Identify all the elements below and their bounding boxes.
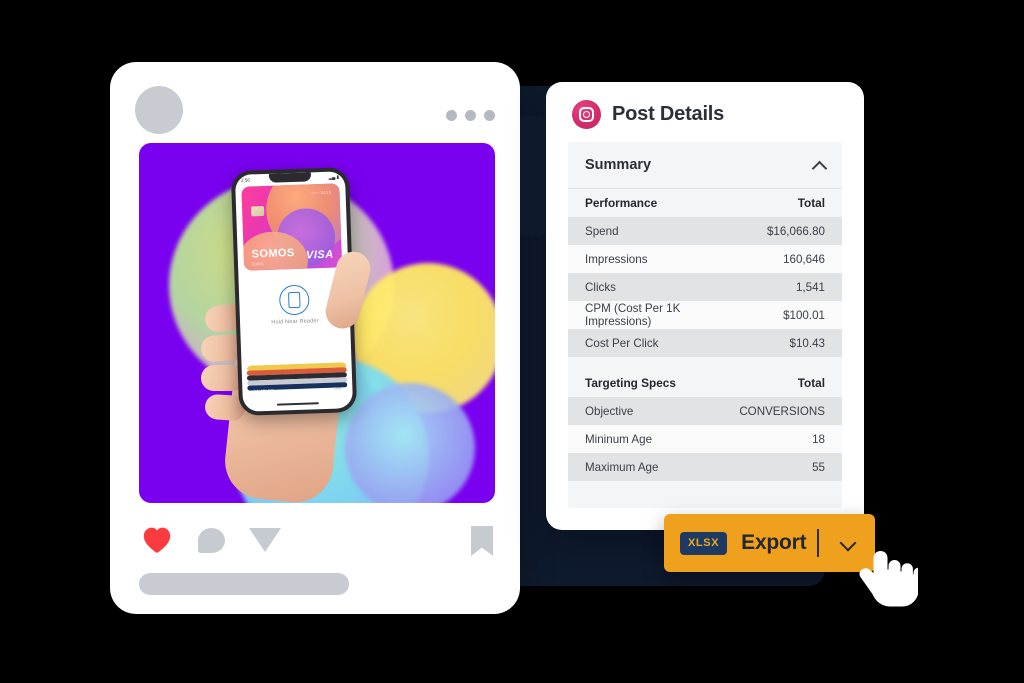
metric-value: $10.43: [705, 329, 842, 357]
table-row: Objective CONVERSIONS: [568, 397, 842, 425]
metric-value: CONVERSIONS: [705, 397, 842, 425]
status-icons: ▂▄ ▮: [328, 174, 340, 180]
instagram-icon: [572, 99, 601, 129]
divider: [817, 529, 819, 557]
post-action-bar: [139, 522, 495, 562]
column-header-metric: Targeting Specs: [568, 369, 705, 397]
card-type: Debit: [251, 261, 265, 267]
post-details-header: Post Details: [546, 82, 864, 146]
targeting-specs-table: Targeting Specs Total Objective CONVERSI…: [568, 369, 842, 481]
metric-value: 55: [705, 453, 842, 481]
contactless-icon: [278, 284, 310, 316]
post-media: 2:56 ▂▄ ▮ •••• 2420 SOMOS Debit VISA Hol…: [139, 143, 495, 503]
visa-logo: VISA: [305, 248, 334, 262]
metric-label: Impressions: [568, 245, 705, 273]
card-number: •••• 2420: [311, 189, 332, 196]
metric-value: $16,066.80: [705, 217, 842, 245]
metric-label: Objective: [568, 397, 705, 425]
summary-section: Summary Performance Total Spend $16,066.…: [568, 142, 842, 508]
summary-label: Summary: [585, 157, 652, 173]
metric-label: CPM (Cost Per 1K Impressions): [568, 301, 705, 329]
table-row: Clicks 1,541: [568, 273, 842, 301]
table-row: Spend $16,066.80: [568, 217, 842, 245]
post-card-header: [110, 62, 520, 146]
bookmark-icon[interactable]: [471, 526, 493, 556]
card-brand: SOMOS: [251, 246, 295, 261]
wallet-card-label-secondary: Bank: [333, 386, 342, 391]
column-header-total: Total: [705, 369, 842, 397]
wallet-card-stack: AA MILES Bank: [246, 362, 348, 395]
column-header-metric: Performance: [568, 189, 705, 217]
post-details-card: Post Details Summary Performance Total S…: [546, 82, 864, 530]
metric-value: 160,646: [705, 245, 842, 273]
metric-value: 1,541: [705, 273, 842, 301]
comment-bubble-icon[interactable]: [198, 528, 225, 553]
instagram-post-card: 2:56 ▂▄ ▮ •••• 2420 SOMOS Debit VISA Hol…: [110, 62, 520, 614]
table-header-row: Targeting Specs Total: [568, 369, 842, 397]
table-row: Impressions 160,646: [568, 245, 842, 273]
phone-mockup: 2:56 ▂▄ ▮ •••• 2420 SOMOS Debit VISA Hol…: [230, 167, 374, 416]
metric-label: Spend: [568, 217, 705, 245]
metric-label: Cost Per Click: [568, 329, 705, 357]
avatar: [135, 86, 183, 134]
dot: [446, 110, 457, 121]
screenshot-stage: 2:56 ▂▄ ▮ •••• 2420 SOMOS Debit VISA Hol…: [0, 0, 1024, 683]
decorative-blob-blue: [345, 383, 475, 503]
column-header-total: Total: [705, 189, 842, 217]
metric-label: Clicks: [568, 273, 705, 301]
payment-card: •••• 2420 SOMOS Debit VISA: [241, 183, 343, 271]
table-row: Mininum Age 18: [568, 425, 842, 453]
xlsx-format-badge: XLSX: [680, 531, 728, 555]
heart-icon[interactable]: [142, 526, 172, 554]
wallet-card-label: AA MILES: [253, 387, 275, 394]
pointing-hand-cursor: [859, 550, 918, 607]
metric-value: $100.01: [705, 301, 842, 329]
table-row: CPM (Cost Per 1K Impressions) $100.01: [568, 301, 842, 329]
table-row: Cost Per Click $10.43: [568, 329, 842, 357]
export-button[interactable]: XLSX Export: [664, 514, 875, 572]
more-options-dots[interactable]: [446, 110, 495, 121]
metric-value: 18: [705, 425, 842, 453]
table-header-row: Performance Total: [568, 189, 842, 217]
table-spacer: [568, 357, 842, 369]
metric-label: Maximum Age: [568, 453, 705, 481]
status-time: 2:56: [240, 177, 250, 183]
send-icon[interactable]: [249, 528, 281, 552]
page-title: Post Details: [612, 102, 725, 125]
card-chip-icon: [251, 205, 265, 217]
performance-table: Performance Total Spend $16,066.80 Impre…: [568, 189, 842, 369]
caption-placeholder: [139, 573, 349, 595]
chevron-up-icon[interactable]: [813, 159, 825, 171]
summary-toggle[interactable]: Summary: [568, 142, 842, 189]
dot: [484, 110, 495, 121]
table-row: Maximum Age 55: [568, 453, 842, 481]
home-indicator: [276, 402, 319, 406]
export-button-label: Export: [741, 531, 807, 554]
dot: [465, 110, 476, 121]
metric-label: Mininum Age: [568, 425, 705, 453]
phone-notch: [268, 172, 312, 183]
